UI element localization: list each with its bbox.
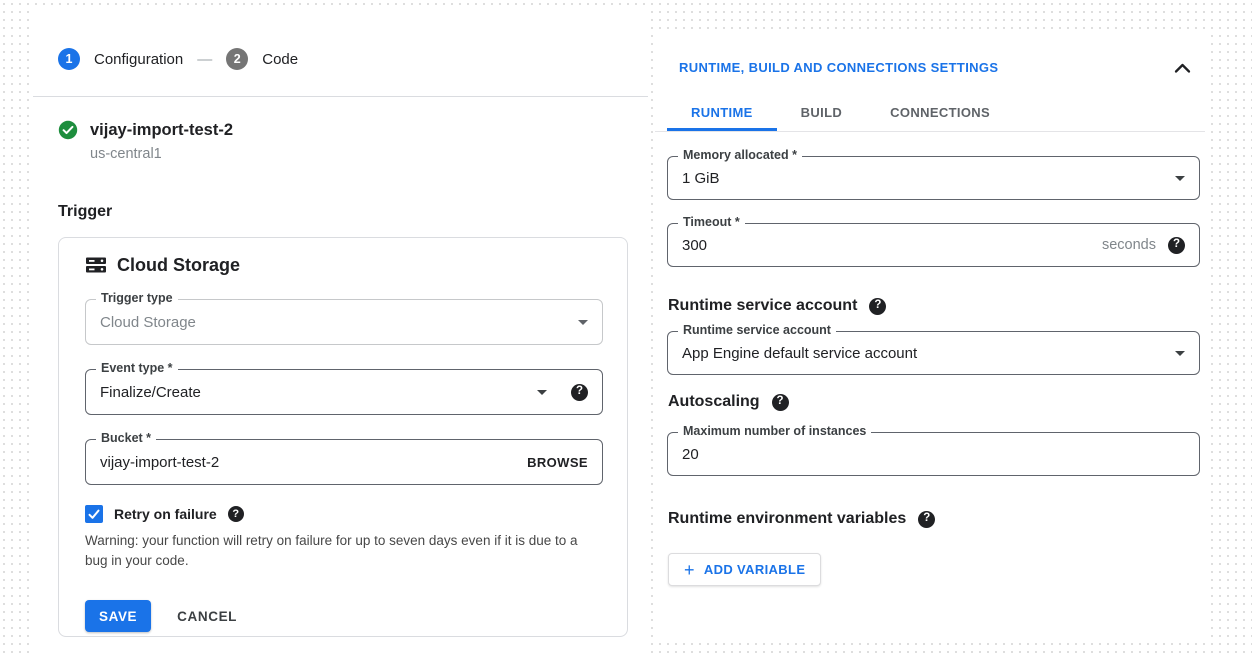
add-variable-label: ADD VARIABLE xyxy=(704,562,805,577)
max-instances-value: 20 xyxy=(682,446,1185,463)
event-type-select[interactable]: Event type * Finalize/Create ? xyxy=(85,369,603,415)
service-account-heading-row: Runtime service account ? xyxy=(668,297,886,315)
page: { "icons": { "help_glyph": "?", "plus_gl… xyxy=(0,0,1252,658)
trigger-type-label: Trigger type xyxy=(96,291,178,305)
step-2-label[interactable]: Code xyxy=(262,51,298,68)
plus-icon: + xyxy=(684,561,695,579)
bucket-label: Bucket * xyxy=(96,431,156,445)
browse-button[interactable]: BROWSE xyxy=(527,455,588,470)
function-name: vijay-import-test-2 xyxy=(90,121,233,140)
timeout-value: 300 xyxy=(682,237,1102,254)
settings-header-link[interactable]: RUNTIME, BUILD AND CONNECTIONS SETTINGS xyxy=(679,60,998,75)
cancel-button[interactable]: CANCEL xyxy=(177,609,237,624)
chevron-up-icon[interactable] xyxy=(1174,62,1191,74)
settings-header-row: RUNTIME, BUILD AND CONNECTIONS SETTINGS xyxy=(679,60,1191,75)
bucket-input[interactable]: Bucket * vijay-import-test-2 BROWSE xyxy=(85,439,603,485)
service-account-select[interactable]: Runtime service account App Engine defau… xyxy=(667,331,1200,375)
step-separator: — xyxy=(197,51,212,68)
timeout-unit: seconds xyxy=(1102,237,1156,253)
retry-help-icon[interactable]: ? xyxy=(228,506,244,522)
service-account-value: App Engine default service account xyxy=(682,345,1175,362)
env-vars-heading: Runtime environment variables xyxy=(668,510,906,528)
step-1-label[interactable]: Configuration xyxy=(94,51,183,68)
function-region: us-central1 xyxy=(90,146,162,162)
function-name-row: vijay-import-test-2 xyxy=(58,120,233,140)
trigger-card: Cloud Storage Trigger type Cloud Storage… xyxy=(58,237,628,637)
chevron-down-icon xyxy=(578,320,588,325)
tab-build[interactable]: BUILD xyxy=(777,93,866,131)
stepper-divider xyxy=(33,96,648,97)
trigger-card-title: Cloud Storage xyxy=(117,255,240,276)
service-account-field-label: Runtime service account xyxy=(678,323,836,337)
autoscaling-help-icon[interactable]: ? xyxy=(772,394,789,411)
env-vars-help-icon[interactable]: ? xyxy=(918,511,935,528)
trigger-heading: Trigger xyxy=(58,203,112,221)
cloud-storage-icon xyxy=(85,254,107,276)
configuration-panel: 1 Configuration — 2 Code vijay-import-te… xyxy=(33,10,648,658)
retry-checkbox[interactable] xyxy=(85,505,103,523)
chevron-down-icon xyxy=(1175,176,1185,181)
trigger-type-select[interactable]: Trigger type Cloud Storage xyxy=(85,299,603,345)
memory-allocated-select[interactable]: Memory allocated * 1 GiB xyxy=(667,156,1200,200)
service-account-help-icon[interactable]: ? xyxy=(869,298,886,315)
bucket-value: vijay-import-test-2 xyxy=(100,454,527,471)
retry-row: Retry on failure ? xyxy=(85,505,244,523)
trigger-type-value: Cloud Storage xyxy=(100,314,578,331)
trigger-card-title-row: Cloud Storage xyxy=(85,254,240,276)
timeout-help-icon[interactable]: ? xyxy=(1168,237,1185,254)
step-1-circle[interactable]: 1 xyxy=(58,48,80,70)
service-account-heading: Runtime service account xyxy=(668,297,857,315)
chevron-down-icon xyxy=(1175,351,1185,356)
tab-connections[interactable]: CONNECTIONS xyxy=(866,93,1014,131)
settings-tabs: RUNTIME BUILD CONNECTIONS xyxy=(655,93,1205,132)
max-instances-input[interactable]: Maximum number of instances 20 xyxy=(667,432,1200,476)
memory-allocated-value: 1 GiB xyxy=(682,170,1175,187)
autoscaling-heading-row: Autoscaling ? xyxy=(668,393,789,411)
tab-runtime[interactable]: RUNTIME xyxy=(667,93,777,131)
event-type-label: Event type * xyxy=(96,361,178,375)
timeout-label: Timeout * xyxy=(678,215,745,229)
timeout-input[interactable]: Timeout * 300 seconds ? xyxy=(667,223,1200,267)
env-vars-heading-row: Runtime environment variables ? xyxy=(668,510,935,528)
event-type-value: Finalize/Create xyxy=(100,384,537,401)
chevron-down-icon xyxy=(537,390,547,395)
stepper: 1 Configuration — 2 Code xyxy=(58,48,298,70)
runtime-settings-panel: RUNTIME, BUILD AND CONNECTIONS SETTINGS … xyxy=(655,35,1205,640)
retry-label[interactable]: Retry on failure xyxy=(114,506,217,522)
card-actions: SAVE CANCEL xyxy=(85,600,237,632)
retry-warning-text: Warning: your function will retry on fai… xyxy=(85,531,601,572)
step-2-circle[interactable]: 2 xyxy=(226,48,248,70)
max-instances-label: Maximum number of instances xyxy=(678,424,871,438)
event-type-help-icon[interactable]: ? xyxy=(571,384,588,401)
memory-allocated-label: Memory allocated * xyxy=(678,148,802,162)
autoscaling-heading: Autoscaling xyxy=(668,393,760,411)
add-variable-button[interactable]: + ADD VARIABLE xyxy=(668,553,821,586)
save-button[interactable]: SAVE xyxy=(85,600,151,632)
check-circle-icon xyxy=(58,120,78,140)
